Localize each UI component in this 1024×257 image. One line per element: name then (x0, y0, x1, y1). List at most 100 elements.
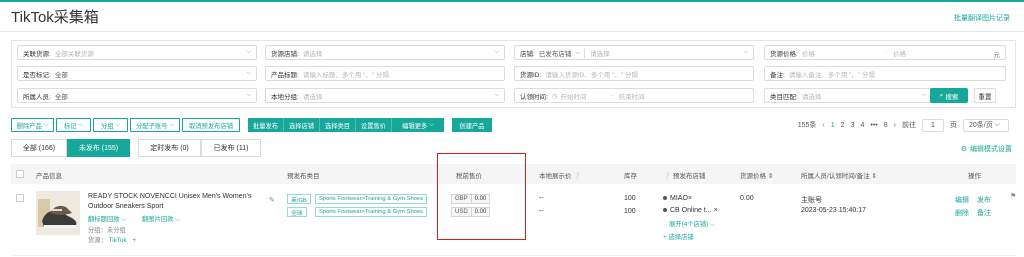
remark-button[interactable]: 备注 (977, 208, 991, 218)
group-button[interactable]: 分组 ⌵ (93, 118, 128, 132)
select-store-link[interactable]: + 选择店铺 (663, 232, 694, 241)
page-3[interactable]: 3 (851, 122, 855, 129)
tab-published[interactable]: 已发布 (11) (201, 139, 261, 157)
source-link[interactable]: TikTok (109, 237, 127, 244)
market-tag-gb: 英/GB (287, 194, 311, 204)
start-time-input[interactable]: 开始时间 (560, 91, 586, 101)
filter-label: 货源ID: (520, 71, 542, 79)
store-name[interactable]: MIAO× (670, 195, 692, 202)
filter-label: 店铺: (520, 50, 535, 58)
owner-select[interactable]: 所属人员: 全部 ⌵ (17, 88, 257, 103)
button-label: 分配子账号 (135, 122, 168, 130)
chevron-down-icon: ⌵ (246, 49, 251, 55)
page-size-value: 20条/页 (969, 122, 993, 129)
product-title-line-1: READY STOCK NOVENCCI Unisex Men's Women'… (88, 193, 252, 200)
button-label: 删除产品 (16, 122, 42, 130)
edit-button[interactable]: 编辑 (955, 195, 969, 205)
link-label: 展开(4个店铺) (669, 221, 709, 228)
page-1[interactable]: 1 (831, 122, 835, 129)
delete-product-button[interactable]: 删除产品 ⌵ (11, 118, 54, 132)
next-page-icon[interactable]: › (894, 122, 896, 129)
filter-label: 认领时间: (520, 93, 548, 101)
create-product-button[interactable]: 创建产品 (452, 118, 492, 132)
product-image[interactable] (36, 191, 80, 235)
gear-icon: ⚙ (960, 146, 967, 153)
tab-all[interactable]: 全部 (166) (11, 139, 67, 157)
expand-stores-link[interactable]: 展开(4个店铺) ⌵ (669, 219, 715, 229)
select-category-button[interactable]: 选择类目 (320, 118, 356, 132)
filter-placeholder: 请选择 (302, 93, 323, 101)
store-item: MIAO× (663, 195, 692, 202)
page-title: TikTok采集箱 (11, 9, 99, 26)
page-2[interactable]: 2 (841, 122, 845, 129)
page-4[interactable]: 4 (860, 122, 864, 129)
translate-image-link[interactable]: 翻图片回款 ⌵ (142, 214, 180, 224)
page-suffix: 页 (950, 122, 957, 129)
local-group-select[interactable]: 本地分组: 请选择 ⌵ (265, 88, 505, 103)
link-label: 翻图片回款 (142, 216, 174, 223)
sneaker-image (36, 191, 80, 235)
end-time-input[interactable]: 结束时间 (619, 91, 645, 101)
source-linked-select[interactable]: 关联货源: 全部关联货源 ⌵ (17, 45, 257, 60)
select-all-checkbox[interactable] (16, 170, 24, 178)
publish-button[interactable]: 发布 (977, 195, 991, 205)
edit-mode-settings-link[interactable]: ⚙ 编辑模式设置 (961, 144, 1012, 154)
remark-input[interactable]: 备注: 请输入备注、多个用 "、" 分隔 (764, 66, 1006, 81)
store-name[interactable]: CB Online t... × (670, 207, 718, 214)
edit-pencil-icon[interactable]: ✎ (269, 196, 275, 204)
marked-select[interactable]: 是否标记: 全部 ⌵ (17, 66, 257, 81)
button-label: 分组 (100, 122, 114, 130)
filter-placeholder: 请选择 (302, 50, 323, 58)
filter-row-2: 是否标记: 全部 ⌵ 产品标题: 请输入标题、多个用 "、" 分隔 货源ID: … (12, 66, 1017, 81)
delete-button[interactable]: 删除 (955, 208, 969, 218)
sort-icon: ⇕ (871, 173, 877, 180)
chevron-down-icon: ⌵ (246, 70, 251, 76)
chevron-down-icon: ⌵ (494, 49, 499, 55)
edit-more-button[interactable]: 编辑更多 ⌵ (392, 118, 444, 132)
goto-page-input[interactable]: 1 (922, 118, 944, 132)
edit-mode-label: 编辑模式设置 (970, 146, 1012, 153)
source-id-input[interactable]: 货源ID: 请输入货源ID、多个用 "、" 分隔 (514, 66, 754, 81)
product-title-input[interactable]: 产品标题: 请输入标题、多个用 "、" 分隔 (265, 66, 505, 81)
search-icon: ⌕ (939, 91, 944, 99)
category-path[interactable]: Sports Footwear>Training & Gym Shoes (315, 207, 428, 217)
filter-label: 货源价格: (770, 50, 798, 58)
batch-publish-button[interactable]: 批量发布 (248, 118, 284, 132)
filter-label: 所属人员: (23, 93, 51, 101)
page-ellipsis[interactable]: ••• (870, 122, 877, 129)
tab-unpublished[interactable]: 未发布 (155) (67, 139, 130, 157)
source-price-value: 0.00 (740, 195, 754, 202)
source-price-range[interactable]: 货源价格: 价格 - 价格 元 (764, 45, 1006, 60)
prev-page-icon[interactable]: ‹ (822, 122, 824, 129)
source-store-select[interactable]: 货源店铺: 请选择 ⌵ (265, 45, 505, 60)
column-header-source-price[interactable]: 货源价格 ⇕ (740, 170, 773, 180)
select-store-button[interactable]: 选择店铺 (284, 118, 320, 132)
store-select[interactable]: 店铺: 已发布店铺 ⌵ 请选择 ⌵ (514, 45, 754, 60)
row-checkbox[interactable] (16, 194, 24, 202)
filter-label: 产品标题: (271, 71, 299, 79)
category-path[interactable]: Sports Footwear>Training & Gym Shoes (315, 194, 428, 204)
cancel-prepublish-store-button[interactable]: 取消预发布店铺 (182, 118, 240, 132)
mark-button[interactable]: 标记 ⌵ (56, 118, 91, 132)
category-match-select[interactable]: 类目匹配: 请选择 ⌵ (764, 88, 932, 103)
sort-icon: ⇕ (767, 173, 774, 180)
batch-translate-image-log-link[interactable]: 批量翻译图片记录 (954, 13, 1010, 23)
tab-scheduled[interactable]: 定时发布 (0) (138, 139, 201, 157)
range-separator: - (610, 92, 613, 99)
set-price-button[interactable]: 设置售价 (356, 118, 392, 132)
claim-time-range[interactable]: 认领时间: ◷ 开始时间 - 结束时间 (514, 88, 754, 103)
stock-gb: 100 (624, 195, 636, 202)
search-button[interactable]: ⌕ 搜索 (930, 88, 968, 103)
page-size-select[interactable]: 20条/页 ⌵ (963, 118, 1009, 132)
market-tag-global: 全球 (287, 207, 307, 217)
reset-button[interactable]: 重置 (974, 88, 996, 103)
price-min-input[interactable]: 价格 (802, 48, 815, 58)
price-max-input[interactable]: 价格 (893, 48, 906, 58)
assign-subaccount-button[interactable]: 分配子账号 ⌵ (130, 118, 180, 132)
page-8[interactable]: 8 (884, 122, 888, 129)
flag-icon[interactable]: ⚑ (1010, 192, 1016, 200)
column-header-owner[interactable]: 所属人员/认领时间/备注 ⇕ (801, 170, 877, 180)
add-icon[interactable]: + (132, 237, 136, 244)
range-separator: - (884, 49, 887, 56)
translate-title-link[interactable]: 翻标题回款 ⌵ (88, 214, 126, 224)
